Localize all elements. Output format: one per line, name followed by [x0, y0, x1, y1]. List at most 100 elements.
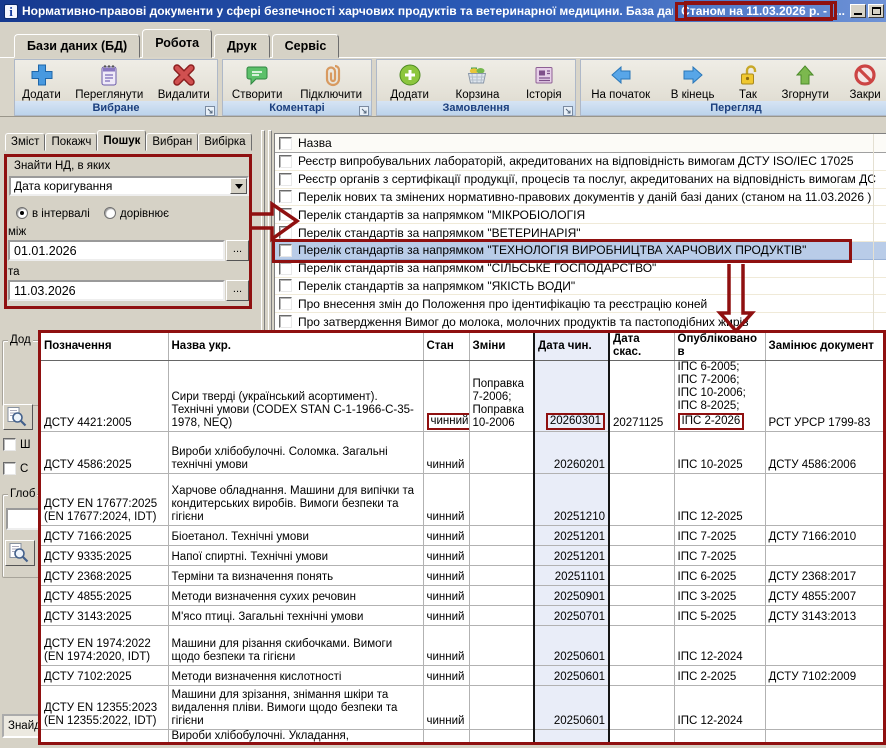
table-row[interactable]: ДСТУ 2368:2025Терміни та визначення поня… [41, 566, 883, 586]
list-item-selected[interactable]: Перелік стандартів за напрямком "ТЕХНОЛО… [275, 242, 886, 260]
list-item[interactable]: Перелік стандартів за напрямком "МІКРОБІ… [275, 206, 886, 224]
arrow-up-icon [792, 62, 818, 88]
list-item[interactable]: Про внесення змін до Положення про ідент… [275, 295, 886, 313]
view-favorite-button[interactable]: Переглянути [69, 62, 149, 102]
tab-servis[interactable]: Сервіс [272, 34, 340, 58]
magnifier-icon [13, 413, 22, 422]
table-row[interactable]: ДСТУ 4855:2025Методи визначення сухих ре… [41, 586, 883, 606]
checkbox-icon[interactable] [3, 462, 16, 475]
arrow-right-icon [680, 62, 706, 88]
left-tab-zmist[interactable]: Зміст [5, 133, 45, 151]
go-last-button[interactable]: В кінець [665, 62, 721, 102]
sh-checkbox-row[interactable]: Ш [3, 438, 31, 451]
table-row[interactable]: ДСТУ 4421:2005 Сири тверді (український … [41, 361, 883, 432]
checkbox-icon[interactable] [279, 155, 292, 168]
collapse-button[interactable]: Згорнути [776, 62, 835, 102]
main-tab-strip: Бази даних (БД) Робота Друк Сервіс [14, 28, 341, 58]
status-date-annotated: Станом на 11.03.2026 р. - [675, 2, 833, 21]
interval-radio[interactable] [16, 207, 28, 219]
close-button[interactable]: Закри [843, 62, 886, 102]
left-tab-poshuk[interactable]: Пошук [97, 130, 146, 151]
add-favorite-button[interactable]: Додати [16, 62, 67, 102]
checkbox-icon[interactable] [279, 279, 292, 292]
add-order-button[interactable]: Додати [384, 62, 435, 102]
checkbox-icon[interactable] [3, 438, 16, 451]
document-list: Назва Реєстр випробувальних лабораторій,… [274, 133, 886, 348]
title-ellipsis: ... [835, 4, 845, 18]
chevron-down-icon[interactable] [230, 178, 247, 194]
plus-circle-icon [397, 62, 423, 88]
list-header[interactable]: Назва [275, 134, 886, 153]
table-row[interactable]: Вироби хлібобулочні. Укладання, [41, 730, 883, 745]
date-to-browse-button[interactable]: ... [226, 280, 249, 301]
checkbox-icon[interactable] [279, 315, 292, 328]
create-comment-button[interactable]: Створити [226, 62, 288, 102]
tab-druk[interactable]: Друк [214, 34, 270, 58]
table-row[interactable]: ДСТУ 7102:2025Методи визначення кислотно… [41, 666, 883, 686]
checkbox-icon[interactable] [279, 137, 292, 150]
tab-robota[interactable]: Робота [142, 29, 212, 58]
list-item[interactable]: Перелік стандартів за напрямком "СІЛЬСЬК… [275, 260, 886, 278]
date-from-input[interactable] [8, 240, 225, 261]
table-row[interactable]: ДСТУ EN 1974:2022 (EN 1974:2020, IDT)Маш… [41, 626, 883, 666]
global-search-button[interactable] [5, 540, 35, 566]
ribbon-group-favorites: Додати Переглянути Видалити Вибране [14, 59, 218, 116]
checkbox-icon[interactable] [279, 173, 292, 186]
newspaper-icon [531, 62, 557, 88]
date-to-input[interactable] [8, 280, 225, 301]
tab-bazy-danykh[interactable]: Бази даних (БД) [14, 34, 140, 58]
list-item[interactable]: Перелік нових та змінених нормативно-пра… [275, 189, 886, 207]
basket-button[interactable]: Корзина [450, 62, 506, 102]
table-row[interactable]: ДСТУ 3143:2025М'ясо птиці. Загальні техн… [41, 606, 883, 626]
list-item[interactable]: Про затвердження Вимог до молока, молочн… [275, 313, 886, 331]
table-row[interactable]: ДСТУ EN 17677:2025 (EN 17677:2024, IDT)Х… [41, 474, 883, 526]
padlock-open-icon [735, 62, 761, 88]
checkbox-icon[interactable] [279, 297, 292, 310]
delete-favorite-button[interactable]: Видалити [152, 62, 216, 102]
table-row[interactable]: ДСТУ 4586:2025Вироби хлібобулочні. Солом… [41, 432, 883, 474]
checkbox-icon[interactable] [279, 244, 292, 257]
attach-comment-button[interactable]: Підключити [294, 62, 368, 102]
notepad-icon [96, 62, 122, 88]
yes-lock-button[interactable]: Так [729, 62, 767, 102]
left-tab-vybirka[interactable]: Вибірка [198, 133, 251, 151]
left-tab-pokazhch[interactable]: Покажч [45, 133, 97, 151]
title-bar: i Нормативно-правові документи у сфері б… [0, 0, 886, 22]
s-checkbox-row[interactable]: С [3, 462, 28, 475]
results-table: Позначення Назва укр. Стан Зміни Дата чи… [38, 330, 886, 745]
list-item[interactable]: Реєстр органів з сертифікації продукції,… [275, 171, 886, 189]
maximize-button[interactable] [868, 4, 884, 18]
ribbon-group-orders: Додати Корзина Історія Замовлення [376, 59, 576, 116]
table-row[interactable]: ДСТУ EN 12355:2023 (EN 12355:2022, IDT)М… [41, 686, 883, 730]
dialog-launcher-icon[interactable] [359, 103, 369, 113]
annotation-box-status: чинний [427, 413, 470, 430]
go-first-button[interactable]: На початок [585, 62, 656, 102]
search-criteria-combobox[interactable]: Дата коригування [9, 176, 249, 196]
date-from-browse-button[interactable]: ... [226, 240, 249, 261]
application-window: { "titlebar": { "icon": "i", "title": "Н… [0, 0, 886, 748]
red-x-icon [171, 62, 197, 88]
table-row[interactable]: ДСТУ 9335:2025Напої спиртні. Технічні ум… [41, 546, 883, 566]
left-tab-vybran[interactable]: Вибран [146, 133, 198, 151]
list-header-label: Назва [298, 136, 332, 150]
checkbox-icon[interactable] [279, 190, 292, 203]
ribbon-group-view: На початок В кінець Так Згорнути Закри П… [580, 59, 886, 116]
equals-radio-label: дорівнює [120, 208, 169, 221]
left-tab-strip: Зміст Покажч Пошук Вибран Вибірка [5, 130, 252, 151]
list-item[interactable]: Перелік стандартів за напрямком "ВЕТЕРИН… [275, 224, 886, 242]
and-label: та [8, 266, 20, 279]
list-item[interactable]: Реєстр випробувальних лабораторій, акред… [275, 153, 886, 171]
equals-radio[interactable] [104, 207, 116, 219]
history-button[interactable]: Історія [520, 62, 568, 102]
comment-icon [244, 62, 270, 88]
list-item[interactable]: Перелік стандартів за напрямком "ЯКІСТЬ … [275, 278, 886, 296]
search-list-button[interactable] [3, 404, 33, 430]
annotation-box-published: ІПС 2-2026 [678, 413, 745, 430]
table-row[interactable]: ДСТУ 7166:2025Біоетанол. Технічні умови … [41, 526, 883, 546]
checkbox-icon[interactable] [279, 262, 292, 275]
minimize-button[interactable] [850, 4, 866, 18]
dialog-launcher-icon[interactable] [205, 103, 215, 113]
dialog-launcher-icon[interactable] [563, 103, 573, 113]
checkbox-icon[interactable] [279, 208, 292, 221]
checkbox-icon[interactable] [279, 226, 292, 239]
